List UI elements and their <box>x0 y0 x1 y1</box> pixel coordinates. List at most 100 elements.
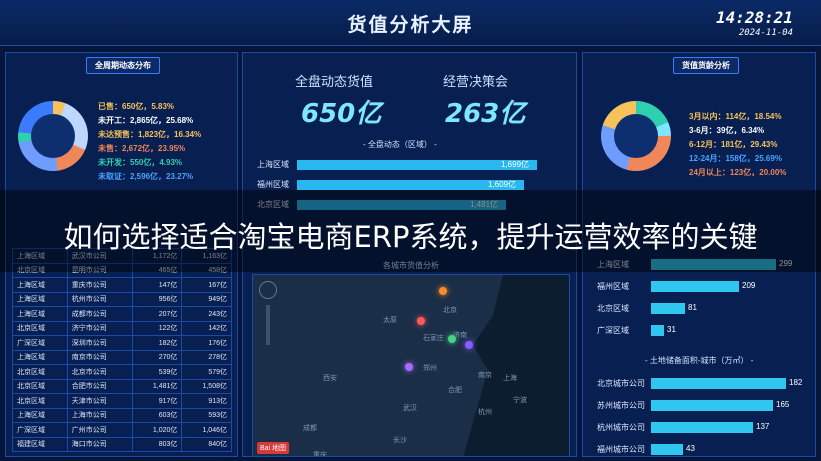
table-cell: 广深区域 <box>12 422 68 438</box>
map-marker[interactable] <box>405 363 413 371</box>
land-bar <box>651 400 773 411</box>
aging-legend-item: 12-24月：158亿，25.69% <box>689 154 782 163</box>
table-cell: 579亿 <box>181 364 232 380</box>
lifecycle-legend: 已售：650亿，5.83% 未开工：2,865亿，25.68% 未达预售：1,823… <box>98 100 201 184</box>
table-row[interactable]: 北京区域 北京市公司 539亿 579亿 <box>12 364 232 380</box>
table-row[interactable]: 北京区域 济宁市公司 122亿 142亿 <box>12 320 232 336</box>
land-bar-value: 182 <box>789 378 803 387</box>
region-reserve-bar-label: 北京区域 <box>597 304 629 313</box>
table-row[interactable]: 北京区域 合肥市公司 1,481亿 1,508亿 <box>12 378 232 394</box>
table-cell: 913亿 <box>181 393 232 409</box>
map-city-label: 合肥 <box>448 387 462 394</box>
map-city-label: 郑州 <box>423 365 437 372</box>
map-city-label: 武汉 <box>403 405 417 412</box>
page-title: 货值分析大屏 <box>347 15 474 36</box>
table-cell: 147亿 <box>131 277 183 293</box>
lifecycle-legend-item: 未售：2,672亿，23.95% <box>98 144 186 153</box>
land-bar <box>651 444 683 455</box>
map-marker[interactable] <box>439 287 447 295</box>
table-row[interactable]: 福建区域 海口市公司 803亿 840亿 <box>12 436 232 452</box>
land-bar-label: 杭州城市公司 <box>597 423 645 432</box>
table-cell: 539亿 <box>131 364 183 380</box>
map-zoom-control[interactable] <box>259 281 277 299</box>
map-city-label: 太原 <box>383 317 397 324</box>
table-row[interactable]: 上海区域 上海市公司 603亿 593亿 <box>12 407 232 423</box>
region-reserve-bar <box>651 303 685 314</box>
lifecycle-legend-item: 未开工：2,865亿，25.68% <box>98 116 194 125</box>
table-cell: 207亿 <box>131 306 183 322</box>
region-bar-value: 1,609亿 <box>488 180 517 189</box>
aging-legend-item: 24月以上：123亿，20.00% <box>689 168 787 177</box>
map-marker[interactable] <box>465 341 473 349</box>
region-reserve-bar-value: 209 <box>742 281 756 290</box>
table-cell: 1,481亿 <box>131 378 183 394</box>
table-cell: 北京市公司 <box>66 364 133 380</box>
land-bar-row: 苏州城市公司 165 <box>597 400 807 411</box>
right-panel-tag: 货值货龄分析 <box>673 57 739 74</box>
region-reserve-bar-row: 北京区域 81 <box>597 303 807 314</box>
table-cell: 142亿 <box>181 320 232 336</box>
table-cell: 广深区域 <box>12 335 68 351</box>
land-bar-value: 43 <box>686 444 695 453</box>
table-cell: 243亿 <box>181 306 232 322</box>
land-bar-value: 137 <box>756 422 770 431</box>
table-cell: 济宁市公司 <box>66 320 133 336</box>
table-row[interactable]: 上海区域 杭州市公司 956亿 949亿 <box>12 291 232 307</box>
table-cell: 593亿 <box>181 407 232 423</box>
map-city-label: 长沙 <box>393 437 407 444</box>
table-cell: 803亿 <box>131 436 183 452</box>
region-reserve-bar-label: 福州区域 <box>597 282 629 291</box>
land-bar-label: 北京城市公司 <box>597 379 645 388</box>
land-bar <box>651 378 786 389</box>
table-cell: 840亿 <box>181 436 232 452</box>
table-cell: 重庆市公司 <box>66 277 133 293</box>
table-cell: 上海区域 <box>12 291 68 307</box>
map-city-label: 成都 <box>303 425 317 432</box>
region-reserve-bar-row: 福州区域 209 <box>597 281 807 292</box>
map-city-label: 北京 <box>443 307 457 314</box>
region-bar-row: 上海区域 1,699亿 <box>257 159 557 171</box>
table-cell: 北京区域 <box>12 320 68 336</box>
table-row[interactable]: 广深区域 广州市公司 1,020亿 1,046亿 <box>12 422 232 438</box>
region-reserve-bar-value: 31 <box>667 325 676 334</box>
table-row[interactable]: 北京区域 天津市公司 917亿 913亿 <box>12 393 232 409</box>
table-cell: 603亿 <box>131 407 183 423</box>
map-zoom-slider[interactable] <box>266 305 270 345</box>
table-row[interactable]: 上海区域 成都市公司 207亿 243亿 <box>12 306 232 322</box>
map-logo: Bai 地图 <box>257 442 290 454</box>
table-cell: 上海区域 <box>12 277 68 293</box>
map-city-label: 杭州 <box>478 409 492 416</box>
region-reserve-bar <box>651 281 739 292</box>
aging-legend-item: 6-12月：181亿，29.43% <box>689 140 778 149</box>
table-cell: 北京区域 <box>12 378 68 394</box>
table-cell: 海口市公司 <box>66 436 133 452</box>
map-marker[interactable] <box>417 317 425 325</box>
map-city-label: 西安 <box>323 375 337 382</box>
region-bar-value: 1,699亿 <box>501 160 530 169</box>
region-reserve-bar <box>651 325 664 336</box>
clock-date: 2024-11-04 <box>738 28 793 38</box>
lifecycle-legend-item: 未开发：550亿，4.93% <box>98 158 183 167</box>
table-cell: 956亿 <box>131 291 183 307</box>
table-row[interactable]: 广深区域 深圳市公司 182亿 176亿 <box>12 335 232 351</box>
region-reserve-bar-label: 广深区域 <box>597 326 629 335</box>
table-cell: 天津市公司 <box>66 393 133 409</box>
kpi-decision-value: 263亿 <box>445 99 526 129</box>
table-cell: 1,508亿 <box>181 378 232 394</box>
table-row[interactable]: 上海区域 南京市公司 270亿 278亿 <box>12 349 232 365</box>
table-cell: 上海区域 <box>12 349 68 365</box>
map-city-label: 上海 <box>503 375 517 382</box>
table-cell: 167亿 <box>181 277 232 293</box>
region-bar-label: 上海区域 <box>257 160 289 169</box>
land-bar-label: 福州城市公司 <box>597 445 645 454</box>
left-panel-tag: 全周期动态分布 <box>86 57 160 74</box>
lifecycle-legend-item: 未取证：2,596亿，23.27% <box>98 172 194 181</box>
map-marker[interactable] <box>448 335 456 343</box>
kpi-total-value: 650亿 <box>301 99 382 129</box>
table-cell: 福建区域 <box>12 436 68 452</box>
land-bar-value: 165 <box>776 400 790 409</box>
land-bars-title: - 土地储备面积-城市（万㎡） - <box>645 356 754 365</box>
table-row[interactable]: 上海区域 重庆市公司 147亿 167亿 <box>12 277 232 293</box>
aging-legend: 3月以内：114亿，18.54% 3-6月：39亿，6.34% 6-12月：181亿… <box>689 110 786 180</box>
city-map[interactable]: Bai 地图 北京 太原 石家庄 郑州 西安 武汉 南京 杭州 成都 重庆 长沙 合肥 济南 上海 宁波 <box>252 274 570 457</box>
